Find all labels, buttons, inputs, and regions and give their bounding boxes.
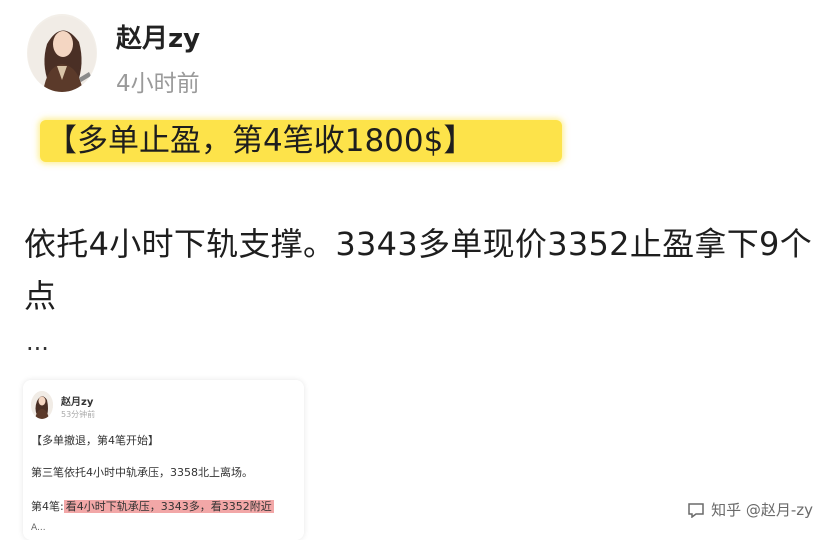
- avatar[interactable]: [27, 14, 97, 92]
- preview-time: 53分钟前: [61, 410, 96, 419]
- post-body: 依托4小时下轨支撑。3343多单现价3352止盈拿下9个点: [24, 225, 812, 315]
- preview-avatar: [31, 391, 53, 419]
- preview-title: 【多单撤退，第4笔开始】: [31, 434, 159, 447]
- preview-line3-prefix: 第4笔:: [31, 500, 64, 513]
- avatar-illustration: [28, 16, 96, 92]
- watermark-text: 知乎 @赵月-zy: [711, 501, 813, 519]
- author-name[interactable]: 赵月zy: [116, 18, 200, 55]
- preview-text-line-highlighted: 第4笔: 看4小时下轨承压，3343多，看3352附近: [31, 498, 274, 514]
- preview-line3-highlight: 看4小时下轨承压，3343多，看3352附近: [63, 500, 274, 513]
- post-title: 【多单止盈，第4笔收1800$】: [40, 120, 563, 162]
- preview-text-line: 第三笔依托4小时中轨承压，3358北上离场。: [31, 466, 253, 479]
- watermark: 知乎 @赵月-zy: [687, 499, 813, 520]
- preview-author-name: 赵月zy: [61, 397, 94, 408]
- post-time: 4小时前: [116, 71, 200, 97]
- more-ellipsis[interactable]: ...: [26, 328, 49, 356]
- zhihu-logo-icon: [688, 502, 704, 518]
- preview-avatar-illustration: [31, 391, 53, 419]
- preview-cutoff-text: A...: [31, 523, 46, 533]
- embedded-screenshot-card[interactable]: 赵月zy 53分钟前 【多单撤退，第4笔开始】 第三笔依托4小时中轨承压，335…: [23, 380, 304, 540]
